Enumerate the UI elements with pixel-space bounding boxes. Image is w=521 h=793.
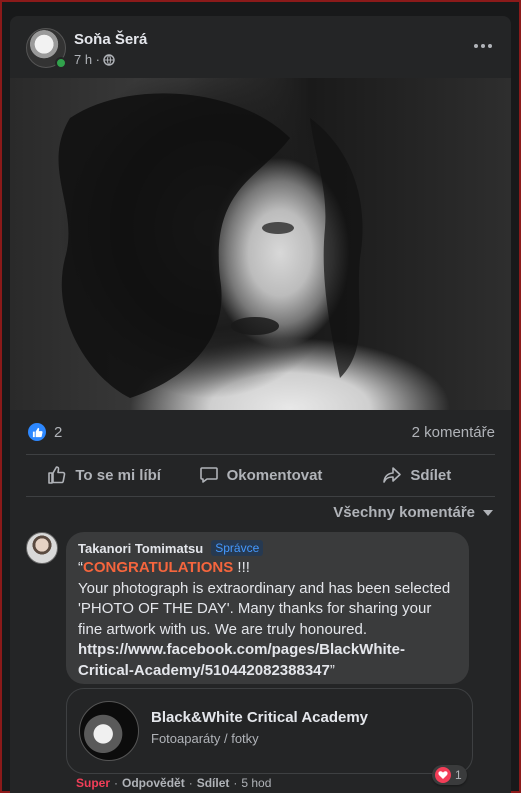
like-button[interactable]: To se mi líbí	[26, 454, 182, 496]
globe-icon	[103, 53, 115, 66]
comments-count[interactable]: 2 komentáře	[412, 424, 495, 441]
separator: ·	[114, 776, 119, 790]
comments-filter[interactable]: Všechny komentáře	[333, 504, 493, 521]
commenter-avatar[interactable]	[26, 532, 58, 564]
separator: ·	[188, 776, 193, 790]
link-preview[interactable]: Black&White Critical Academy Fotoaparáty…	[66, 688, 473, 774]
comment-text: “CONGRATULATIONS !!! Your photograph is …	[78, 558, 457, 681]
reaction-count[interactable]: 2	[54, 424, 62, 441]
separator: ·	[233, 776, 238, 790]
reply-button[interactable]: Odpovědět	[122, 776, 185, 790]
heart-icon	[435, 767, 451, 783]
comment-reaction-pill[interactable]: 1	[432, 765, 467, 785]
comment-close-quote: ”	[329, 661, 335, 679]
comment-share-button[interactable]: Sdílet	[197, 776, 230, 790]
online-indicator	[55, 57, 67, 69]
more-icon[interactable]	[469, 34, 497, 58]
comment-label: Okomentovat	[226, 466, 323, 484]
preview-subtitle: Fotoaparáty / fotky	[151, 731, 259, 746]
reactions-summary: 2 2 komentáře	[10, 410, 511, 454]
thumbs-up-icon	[48, 466, 66, 484]
post-meta: 7 h ·	[74, 52, 115, 67]
admin-badge: Správce	[211, 540, 264, 556]
commenter-row: Takanori Tomimatsu Správce	[78, 540, 457, 556]
comment-bubble: Takanori Tomimatsu Správce “CONGRATULATI…	[66, 532, 469, 684]
post-card: Soňa Šerá 7 h · 2 2 komentáře To se mi l…	[10, 16, 511, 793]
comment-reaction-button[interactable]: Super	[76, 776, 110, 790]
chevron-down-icon	[483, 509, 493, 516]
comments-filter-label: Všechny komentáře	[333, 504, 475, 521]
comment-actions: Super · Odpovědět · Sdílet · 5 hod	[76, 776, 271, 790]
preview-title: Black&White Critical Academy	[151, 709, 369, 726]
post-time[interactable]: 7 h ·	[74, 52, 100, 67]
divider	[26, 496, 495, 497]
post-photo[interactable]	[10, 78, 511, 410]
comment-button[interactable]: Okomentovat	[182, 454, 338, 496]
author-avatar-wrap[interactable]	[26, 28, 67, 69]
comment-body: Your photograph is extraordinary and has…	[78, 579, 451, 638]
comment-exclaim: !!!	[233, 559, 250, 576]
share-label: Sdílet	[410, 466, 452, 484]
comment-highlight: CONGRATULATIONS	[83, 559, 234, 576]
author-name[interactable]: Soňa Šerá	[74, 31, 147, 48]
comment-icon	[199, 467, 218, 483]
comment-time[interactable]: 5 hod	[241, 776, 271, 790]
post-header: Soňa Šerá 7 h ·	[10, 16, 511, 78]
commenter-name[interactable]: Takanori Tomimatsu	[78, 541, 203, 556]
preview-page-avatar	[79, 701, 139, 761]
action-bar: To se mi líbí Okomentovat Sdílet	[26, 454, 495, 496]
like-label: To se mi líbí	[75, 466, 161, 484]
comment-link[interactable]: https://www.facebook.com/pages/BlackWhit…	[78, 641, 405, 679]
like-icon[interactable]	[28, 423, 46, 441]
share-button[interactable]: Sdílet	[339, 454, 495, 496]
share-icon	[383, 467, 402, 483]
comment-reaction-count: 1	[455, 768, 462, 782]
